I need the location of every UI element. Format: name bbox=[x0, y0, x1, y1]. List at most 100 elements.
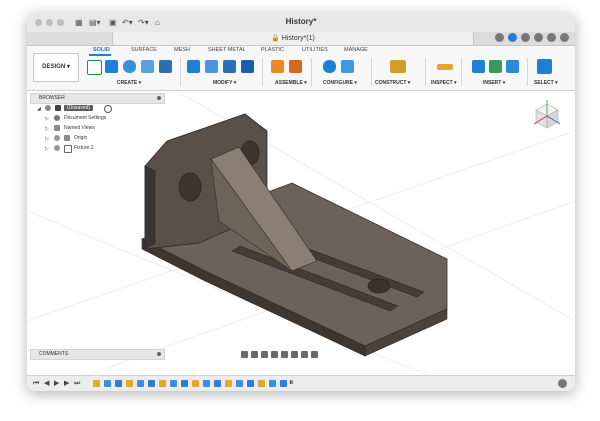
browser-options-icon[interactable] bbox=[157, 96, 161, 100]
visibility-eye-icon[interactable] bbox=[54, 145, 60, 151]
pattern-icon[interactable] bbox=[159, 60, 172, 73]
browser-root-row[interactable]: ◢ (Unsaved) bbox=[30, 104, 163, 113]
browser-item-origin[interactable]: ▷ Origin bbox=[30, 134, 163, 143]
grid-settings-icon[interactable] bbox=[301, 350, 308, 358]
tab-plastic[interactable]: PLASTIC bbox=[261, 47, 284, 53]
timeline-feature-icon[interactable] bbox=[280, 380, 287, 387]
modify-menu[interactable]: MODIFY ▾ bbox=[213, 80, 236, 86]
configure-icon[interactable] bbox=[323, 60, 336, 73]
timeline-marker-icon[interactable]: ⏸ bbox=[289, 378, 294, 387]
display-settings-icon[interactable] bbox=[291, 350, 298, 358]
document-tab[interactable]: 🔒 History*(1) bbox=[112, 32, 474, 45]
create-sketch-icon[interactable] bbox=[87, 60, 102, 75]
collapse-arrow-icon[interactable]: ◢ bbox=[37, 106, 41, 112]
timeline-feature-icon[interactable] bbox=[214, 380, 221, 387]
timeline-end-icon[interactable]: ⏭ bbox=[74, 380, 80, 388]
configure-menu[interactable]: CONFIGURE ▾ bbox=[323, 80, 357, 86]
browser-item-document-settings[interactable]: ▷ Document Settings bbox=[30, 114, 163, 123]
tab-surface[interactable]: SURFACE bbox=[131, 47, 157, 53]
extrude-icon[interactable] bbox=[105, 60, 118, 73]
timeline-feature-icon[interactable] bbox=[126, 380, 133, 387]
timeline-feature-icon[interactable] bbox=[170, 380, 177, 387]
inspect-menu[interactable]: INSPECT ▾ bbox=[431, 80, 457, 86]
expand-arrow-icon[interactable]: ▷ bbox=[45, 136, 49, 142]
select-cursor-icon[interactable] bbox=[537, 59, 552, 74]
separator bbox=[527, 58, 528, 86]
browser-item-label: Named Views bbox=[64, 125, 95, 131]
timeline-feature-icon[interactable] bbox=[203, 380, 210, 387]
timeline-feature-icon[interactable] bbox=[148, 380, 155, 387]
jobs-icon[interactable] bbox=[534, 33, 543, 42]
timeline-feature-icon[interactable] bbox=[269, 380, 276, 387]
timeline-next-icon[interactable]: ▶ bbox=[64, 380, 69, 388]
visibility-eye-icon[interactable] bbox=[45, 105, 51, 111]
timeline-start-icon[interactable]: ⏮ bbox=[33, 380, 39, 388]
browser-root-label: (Unsaved) bbox=[64, 105, 94, 111]
hole-icon[interactable] bbox=[141, 60, 154, 73]
new-tab-icon[interactable] bbox=[495, 33, 504, 42]
joint-icon[interactable] bbox=[289, 60, 302, 73]
tab-solid[interactable]: SOLID bbox=[93, 47, 110, 53]
activate-radio-icon[interactable] bbox=[104, 105, 112, 113]
select-menu[interactable]: SELECT ▾ bbox=[534, 80, 558, 86]
new-component-icon[interactable] bbox=[271, 60, 284, 73]
timeline-feature-icon[interactable] bbox=[258, 380, 265, 387]
timeline-feature-icon[interactable] bbox=[159, 380, 166, 387]
tab-sheet-metal[interactable]: SHEET METAL bbox=[208, 47, 246, 53]
view-cube[interactable] bbox=[534, 100, 560, 130]
timeline-previous-icon[interactable]: ◀ bbox=[44, 380, 49, 388]
insert-mesh-icon[interactable] bbox=[489, 60, 502, 73]
fixture-part[interactable] bbox=[141, 113, 448, 357]
construct-plane-icon[interactable] bbox=[390, 60, 406, 73]
zoom-window-icon[interactable] bbox=[281, 350, 288, 358]
look-at-icon[interactable] bbox=[251, 350, 258, 358]
expand-arrow-icon[interactable]: ▷ bbox=[45, 126, 49, 132]
timeline-feature-icon[interactable] bbox=[247, 380, 254, 387]
browser-header[interactable]: BROWSER bbox=[30, 93, 165, 104]
timeline-feature-icon[interactable] bbox=[236, 380, 243, 387]
viewports-icon[interactable] bbox=[311, 350, 318, 358]
timeline-feature-icon[interactable] bbox=[104, 380, 111, 387]
timeline-feature-icon[interactable] bbox=[137, 380, 144, 387]
insert-derive-icon[interactable] bbox=[472, 60, 485, 73]
notifications-icon[interactable] bbox=[521, 33, 530, 42]
tab-mesh[interactable]: MESH bbox=[174, 47, 190, 53]
shell-icon[interactable] bbox=[241, 60, 254, 73]
workspace-switcher-button[interactable]: DESIGN ▾ bbox=[33, 53, 79, 82]
orbit-icon[interactable] bbox=[241, 350, 248, 358]
help-icon[interactable] bbox=[547, 33, 556, 42]
active-tab-indicator bbox=[89, 54, 111, 56]
timeline-feature-icon[interactable] bbox=[192, 380, 199, 387]
tab-manage[interactable]: MANAGE bbox=[344, 47, 368, 53]
browser-item-fixture[interactable]: ▷ Fixture:1 bbox=[30, 144, 163, 153]
timeline-play-icon[interactable]: ▶ bbox=[54, 380, 59, 388]
pan-icon[interactable] bbox=[261, 350, 268, 358]
timeline-feature-icon[interactable] bbox=[225, 380, 232, 387]
insert-menu[interactable]: INSERT ▾ bbox=[483, 80, 505, 86]
press-pull-icon[interactable] bbox=[187, 60, 200, 73]
profile-icon[interactable] bbox=[560, 33, 569, 42]
zoom-icon[interactable] bbox=[271, 350, 278, 358]
comments-panel[interactable]: COMMENTS bbox=[30, 349, 165, 360]
expand-arrow-icon[interactable]: ▷ bbox=[45, 146, 49, 152]
comments-add-icon[interactable] bbox=[157, 352, 161, 356]
expand-arrow-icon[interactable]: ▷ bbox=[45, 116, 49, 122]
construct-menu[interactable]: CONSTRUCT ▾ bbox=[375, 80, 410, 86]
browser-item-named-views[interactable]: ▷ Named Views bbox=[30, 124, 163, 133]
insert-canvas-icon[interactable] bbox=[506, 60, 519, 73]
measure-icon[interactable] bbox=[437, 64, 453, 70]
assemble-menu[interactable]: ASSEMBLE ▾ bbox=[275, 80, 307, 86]
timeline-settings-gear-icon[interactable] bbox=[558, 379, 567, 388]
visibility-eye-icon[interactable] bbox=[54, 135, 60, 141]
tab-utilities[interactable]: UTILITIES bbox=[302, 47, 328, 53]
create-menu[interactable]: CREATE ▾ bbox=[117, 80, 141, 86]
parameters-icon[interactable] bbox=[341, 60, 354, 73]
chamfer-icon[interactable] bbox=[223, 60, 236, 73]
revolve-icon[interactable] bbox=[123, 60, 136, 73]
account-icon[interactable] bbox=[508, 33, 517, 42]
fillet-icon[interactable] bbox=[205, 60, 218, 73]
canvas-viewport[interactable]: BROWSER ◢ (Unsaved) ▷ Document Settings … bbox=[27, 91, 575, 375]
timeline-feature-icon[interactable] bbox=[181, 380, 188, 387]
timeline-feature-icon[interactable] bbox=[93, 380, 100, 387]
timeline-feature-icon[interactable] bbox=[115, 380, 122, 387]
